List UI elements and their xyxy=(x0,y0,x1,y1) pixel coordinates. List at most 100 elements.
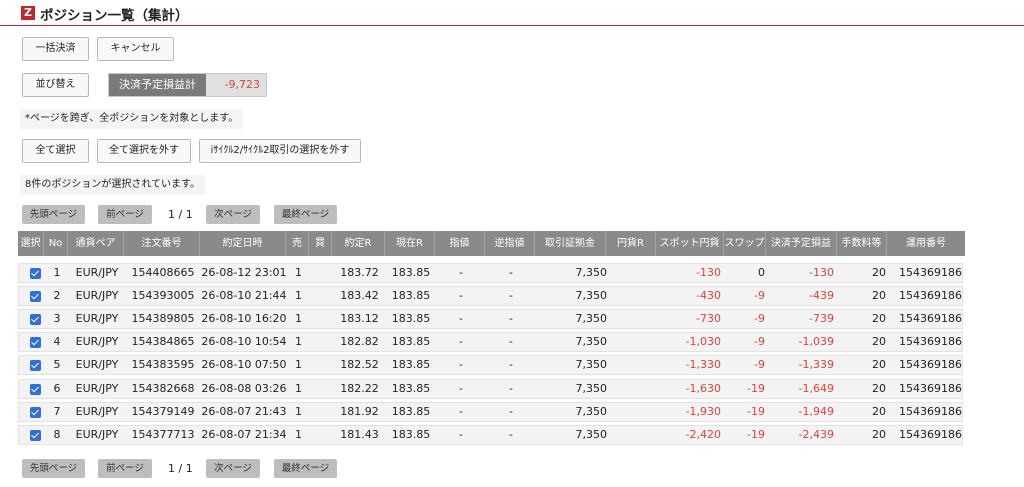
cell-planned-pl: -1,339 xyxy=(798,358,834,371)
last-page-button[interactable]: 最終ページ xyxy=(274,205,337,224)
cell-account-no: 154369186 xyxy=(899,405,962,418)
cell-fee: 20 xyxy=(872,358,886,371)
prev-page-button[interactable]: 前ページ xyxy=(98,205,152,224)
planned-pl-label: 決済予定損益計 xyxy=(109,74,206,96)
row-select-checkbox[interactable] xyxy=(30,291,41,302)
cell-margin: 7,350 xyxy=(575,266,608,279)
col-header-buy: 買 xyxy=(309,231,332,256)
cell-stop: - xyxy=(509,405,513,418)
cell-buy xyxy=(310,426,333,444)
cell-no: 7 xyxy=(53,405,61,418)
cell-pair: EUR/JPY xyxy=(75,312,119,325)
col-header-datetime: 約定日時 xyxy=(200,231,286,256)
cell-pair: EUR/JPY xyxy=(75,335,119,348)
deselect-all-button[interactable]: 全て選択を外す xyxy=(97,139,191,163)
cell-swap: -9 xyxy=(754,289,765,302)
table-row[interactable]: 6 EUR/JPY 154382668 26-08-08 03:26 1 182.22 18… xyxy=(18,379,963,399)
cell-planned-pl: -130 xyxy=(809,266,834,279)
next-page-button[interactable]: 次ページ xyxy=(206,205,260,224)
prev-page-button-bottom[interactable]: 前ページ xyxy=(98,459,152,478)
next-page-button-bottom[interactable]: 次ページ xyxy=(206,459,260,478)
cell-datetime: 26-08-10 21:44 xyxy=(201,289,287,302)
cell-pair: EUR/JPY xyxy=(75,405,119,418)
cell-yen-rate xyxy=(607,287,657,305)
page-title: ポジション一覧（集計） xyxy=(40,8,189,24)
cell-yen-rate xyxy=(607,264,657,282)
cell-current-rate: 183.85 xyxy=(391,312,431,325)
last-page-button-bottom[interactable]: 最終ページ xyxy=(274,459,337,478)
cell-swap: -19 xyxy=(747,382,765,395)
row-select-checkbox[interactable] xyxy=(30,360,41,371)
table-row[interactable]: 3 EUR/JPY 154389805 26-08-10 16:20 1 183.12 18… xyxy=(18,309,963,329)
col-header-exec-rate: 約定R xyxy=(332,231,385,256)
page-info: 1 / 1 xyxy=(168,208,193,221)
col-header-sell: 売 xyxy=(286,231,309,256)
cell-spot-yen: -730 xyxy=(696,312,721,325)
cell-exec-rate: 183.42 xyxy=(340,289,379,302)
table-row[interactable]: 5 EUR/JPY 154383595 26-08-10 07:50 1 182.52 18… xyxy=(18,355,963,375)
cell-datetime: 26-08-12 23:01 xyxy=(201,266,287,279)
first-page-button[interactable]: 先頭ページ xyxy=(22,205,85,224)
table-row[interactable]: 7 EUR/JPY 154379149 26-08-07 21:43 1 181.92 18… xyxy=(18,402,963,422)
row-select-checkbox[interactable] xyxy=(30,314,41,325)
cell-swap: -19 xyxy=(747,405,765,418)
cell-stop: - xyxy=(509,428,513,441)
cell-datetime: 26-08-07 21:34 xyxy=(201,428,287,441)
cell-stop: - xyxy=(509,335,513,348)
cell-pair: EUR/JPY xyxy=(75,428,119,441)
cell-datetime: 26-08-10 07:50 xyxy=(201,358,287,371)
cell-spot-yen: -1,630 xyxy=(685,382,721,395)
cell-pair: EUR/JPY xyxy=(75,289,119,302)
cell-account-no: 154369186 xyxy=(899,266,962,279)
brand-logo: Z xyxy=(21,6,35,20)
cell-swap: -9 xyxy=(754,335,765,348)
cell-spot-yen: -1,030 xyxy=(685,335,721,348)
cell-current-rate: 183.85 xyxy=(391,335,431,348)
cell-swap: 0 xyxy=(758,266,765,279)
table-row[interactable]: 1 EUR/JPY 154408665 26-08-12 23:01 1 183.72 18… xyxy=(18,263,963,283)
cell-planned-pl: -1,649 xyxy=(798,382,834,395)
cell-pair: EUR/JPY xyxy=(75,382,119,395)
cell-margin: 7,350 xyxy=(575,405,608,418)
row-select-checkbox[interactable] xyxy=(30,268,41,279)
table-row[interactable]: 2 EUR/JPY 154393005 26-08-10 21:44 1 183.42 18… xyxy=(18,286,963,306)
bulk-settle-button[interactable]: 一括決済 xyxy=(22,37,89,61)
first-page-button-bottom[interactable]: 先頭ページ xyxy=(22,459,85,478)
row-select-checkbox[interactable] xyxy=(30,407,41,418)
cell-planned-pl: -2,439 xyxy=(798,428,834,441)
row-select-checkbox[interactable] xyxy=(30,384,41,395)
cell-planned-pl: -739 xyxy=(809,312,834,325)
cell-buy xyxy=(310,356,333,374)
cell-limit: - xyxy=(459,358,463,371)
cell-order-no: 154382668 xyxy=(131,382,195,395)
col-header-no: No xyxy=(44,231,68,256)
cell-sell: 1 xyxy=(295,335,302,348)
cell-pair: EUR/JPY xyxy=(75,358,119,371)
sort-button[interactable]: 並び替え xyxy=(22,73,89,97)
cell-sell: 1 xyxy=(295,312,302,325)
cell-no: 5 xyxy=(53,358,61,371)
cell-order-no: 154383595 xyxy=(131,358,195,371)
cell-sell: 1 xyxy=(295,289,302,302)
cancel-button[interactable]: キャンセル xyxy=(97,37,174,61)
cell-swap: -9 xyxy=(754,312,765,325)
col-header-planned-pl: 決済予定損益 xyxy=(766,231,837,256)
cell-limit: - xyxy=(459,428,463,441)
row-select-checkbox[interactable] xyxy=(30,430,41,441)
cell-fee: 20 xyxy=(872,405,886,418)
cell-yen-rate xyxy=(607,403,657,421)
planned-pl-value: -9,723 xyxy=(224,78,260,91)
cell-order-no: 154393005 xyxy=(131,289,195,302)
page-info-bottom: 1 / 1 xyxy=(168,462,193,475)
table-row[interactable]: 4 EUR/JPY 154384865 26-08-10 10:54 1 182.82 18… xyxy=(18,332,963,352)
deselect-icycle-button[interactable]: iｻｲｸﾙ2/ｻｲｸﾙ2取引の選択を外す xyxy=(199,139,361,163)
col-header-swap: スワップ xyxy=(724,231,766,256)
cell-yen-rate xyxy=(607,310,657,328)
cell-fee: 20 xyxy=(872,382,886,395)
cell-account-no: 154369186 xyxy=(899,312,962,325)
select-all-button[interactable]: 全て選択 xyxy=(22,139,89,163)
cell-margin: 7,350 xyxy=(575,382,608,395)
row-select-checkbox[interactable] xyxy=(30,337,41,348)
cell-current-rate: 183.85 xyxy=(391,289,431,302)
table-row[interactable]: 8 EUR/JPY 154377713 26-08-07 21:34 1 181.43 18… xyxy=(18,425,963,445)
